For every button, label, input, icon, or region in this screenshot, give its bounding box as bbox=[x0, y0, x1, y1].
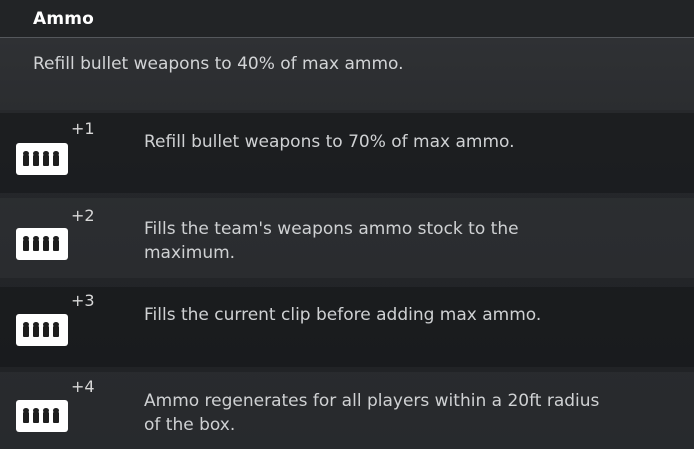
upgrade-description: Refill bullet weapons to 70% of max ammo… bbox=[144, 132, 515, 152]
upgrade-row-1: +1 Refill bullet weapons to 70% of max a… bbox=[0, 113, 694, 193]
upgrade-tier-label: +2 bbox=[71, 206, 95, 225]
ammo-info-panel: Ammo Refill bullet weapons to 40% of max… bbox=[0, 0, 694, 449]
upgrade-row-3: +3 Fills the current clip before adding … bbox=[0, 287, 694, 367]
upgrade-tier-label: +4 bbox=[71, 377, 95, 396]
title-bar: Ammo bbox=[0, 0, 694, 38]
base-description-area: Refill bullet weapons to 40% of max ammo… bbox=[0, 38, 694, 110]
upgrade-row-2: +2 Fills the team's weapons ammo stock t… bbox=[0, 198, 694, 278]
ammo-icon bbox=[16, 143, 68, 175]
upgrade-description: Fills the team's weapons ammo stock to t… bbox=[144, 219, 519, 263]
ammo-icon bbox=[16, 400, 68, 432]
base-description: Refill bullet weapons to 40% of max ammo… bbox=[33, 54, 404, 74]
panel-title: Ammo bbox=[33, 9, 95, 29]
ammo-icon bbox=[16, 228, 68, 260]
upgrade-tier-label: +3 bbox=[71, 291, 95, 310]
ammo-icon bbox=[16, 314, 68, 346]
upgrade-tier-label: +1 bbox=[71, 119, 95, 138]
upgrade-description: Fills the current clip before adding max… bbox=[144, 305, 542, 325]
upgrade-description: Ammo regenerates for all players within … bbox=[144, 391, 600, 435]
upgrade-row-4: +4 Ammo regenerates for all players with… bbox=[0, 372, 694, 449]
